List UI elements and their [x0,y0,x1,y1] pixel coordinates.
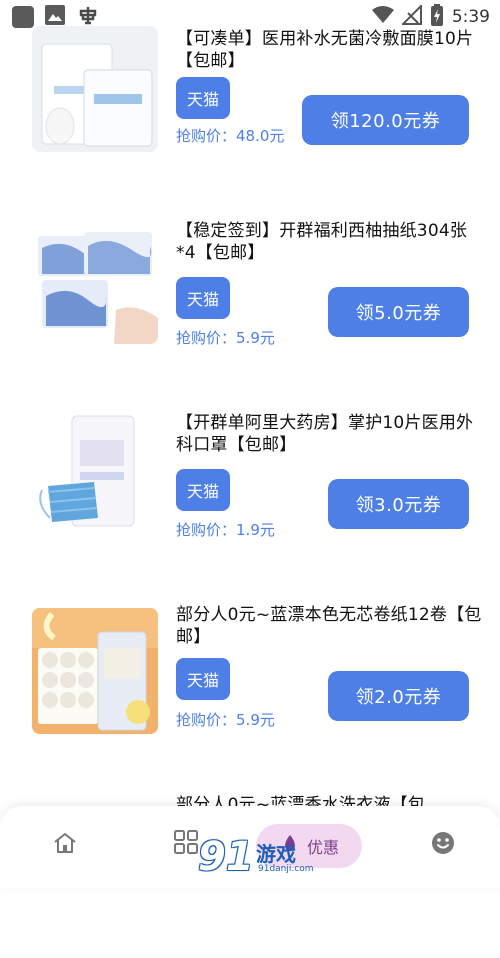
surgical-mask-icon[interactable] [32,410,158,536]
product-title[interactable]: 部分人0元~蓝漂本色无芯卷纸12卷【包邮】 [176,604,486,648]
coupon-button[interactable]: 领120.0元券 [302,95,469,145]
price-value: 5.9元 [236,329,275,347]
no-signal-icon [400,3,422,29]
product-price: 抢购价：48.0元 [176,126,286,146]
battery-charging-icon [430,4,444,30]
tmall-badge: 天猫 [176,658,230,700]
price-value: 1.9元 [236,521,275,539]
coupon-button[interactable]: 领3.0元券 [328,479,469,529]
grid-icon[interactable] [172,828,200,860]
tmall-badge: 天猫 [176,469,230,511]
product-title[interactable]: 【稳定签到】开群福利西柚抽纸304张*4【包邮】 [176,220,486,264]
image-icon [44,4,66,30]
price-label: 抢购价： [176,521,237,539]
square-icon [12,6,34,28]
product-title[interactable]: 【开群单阿里大药房】掌护10片医用外科口罩【包邮】 [176,412,486,456]
nav-tab-discount[interactable]: 优惠 [256,824,362,868]
price-label: 抢购价： [176,711,237,729]
price-label: 抢购价： [176,127,237,145]
product-card[interactable]: 【稳定签到】开群福利西柚抽纸304张*4【包邮】 天猫 抢购价：5.9元 领5.… [0,192,500,382]
face-mask-package-icon[interactable] [32,26,158,152]
toilet-paper-rolls-icon[interactable] [32,608,158,734]
wifi-icon [371,6,394,28]
coupon-button[interactable]: 领2.0元券 [328,671,469,721]
price-value: 5.9元 [236,711,275,729]
bug-icon [76,3,100,31]
product-title[interactable]: 【可凑单】医用补水无菌冷敷面膜10片【包邮】 [176,28,486,72]
price-label: 抢购价： [176,329,237,347]
tmall-badge: 天猫 [176,77,230,119]
tmall-badge: 天猫 [176,277,230,319]
coupon-button[interactable]: 领5.0元券 [328,287,469,337]
discount-icon [279,833,301,859]
smile-icon[interactable] [430,830,456,860]
status-bar: 5:39 [0,0,500,34]
nav-tab-label: 优惠 [306,838,339,857]
home-icon[interactable] [52,830,78,860]
product-card[interactable]: 【开群单阿里大药房】掌护10片医用外科口罩【包邮】 天猫 抢购价：1.9元 领3… [0,384,500,574]
product-card[interactable]: 部分人0元~蓝漂本色无芯卷纸12卷【包邮】 天猫 抢购价：5.9元 领2.0元券 [0,576,500,766]
tissue-pack-icon[interactable] [32,218,158,344]
bottom-navigation: 优惠 [0,806,500,888]
status-time: 5:39 [451,7,490,27]
price-value: 48.0元 [236,127,285,145]
